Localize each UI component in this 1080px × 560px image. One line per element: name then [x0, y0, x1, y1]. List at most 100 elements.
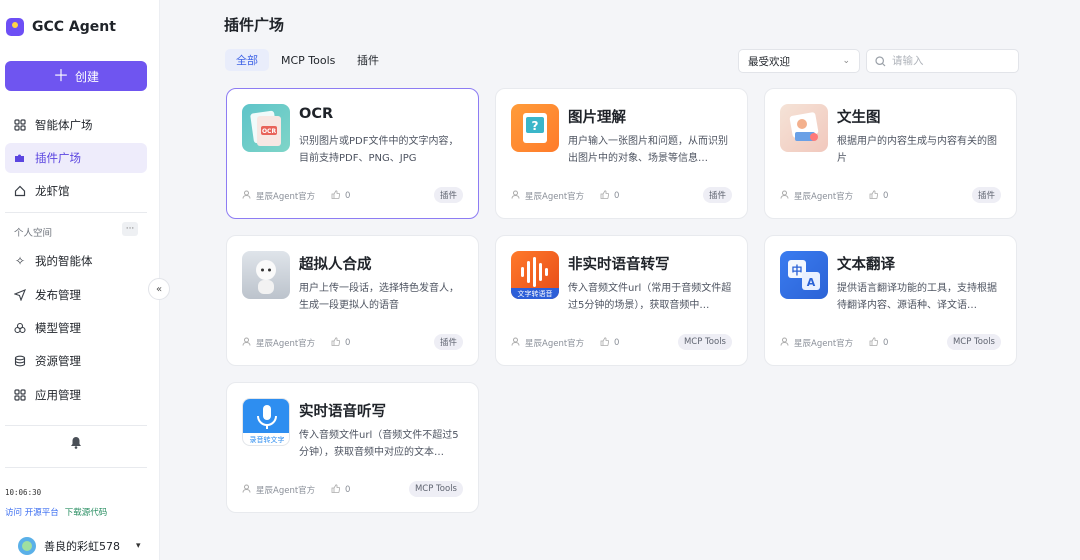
plugin-description: 用户上传一段话，选择特色发音人，生成一段更拟人的语音	[299, 283, 459, 311]
username: 善良的彩虹578	[44, 540, 120, 553]
chevron-left-icon: «	[155, 283, 163, 295]
sidebar-item-lobster[interactable]: 龙虾馆	[5, 176, 147, 206]
plugin-card-ocr[interactable]: OCR OCR 识别图片或PDF文件中的文字内容，目前支持PDF、PNG、JPG…	[226, 88, 479, 219]
robot-avatar-icon	[242, 251, 290, 299]
audio-waveform-icon: 文字转语音	[511, 251, 559, 299]
plugin-card-text-to-image[interactable]: 文生图 根据用户的内容生成与内容有关的图片 星辰Agent官方 0 插件	[764, 88, 1017, 219]
puzzle-icon	[13, 151, 27, 165]
sidebar-item-my-agents[interactable]: ✧ 我的智能体	[5, 246, 147, 276]
plugin-author: 星辰Agent官方	[780, 337, 853, 349]
thumbs-up-icon	[331, 484, 341, 496]
thumbs-up-icon	[869, 190, 879, 202]
chevron-down-icon[interactable]: ▾	[136, 541, 141, 551]
plugin-tag: 插件	[433, 187, 463, 203]
plugin-name: 文生图	[837, 110, 881, 126]
sort-select-value: 最受欢迎	[748, 55, 790, 68]
clock-time: 10:06:30	[5, 488, 42, 497]
thumbnail-caption: 录音转文字	[250, 435, 285, 444]
user-icon	[242, 484, 251, 496]
translate-target-glyph: A	[807, 276, 816, 289]
plugin-author: 星辰Agent官方	[242, 190, 315, 202]
sidebar-item-label: 智能体广场	[35, 118, 93, 132]
sidebar-item-label: 应用管理	[35, 388, 81, 402]
author-name: 星辰Agent官方	[256, 192, 316, 202]
text-to-image-thumbnail-icon	[780, 104, 828, 152]
plugin-card-text-translation[interactable]: 中A 文本翻译 提供语言翻译功能的工具，支持根据待翻译内容、源语种、译文语… 星…	[764, 235, 1017, 366]
download-source-link[interactable]: 下载源代码	[65, 506, 108, 518]
plugin-name: 图片理解	[568, 110, 626, 126]
thumbnail-caption: 文字转语音	[518, 289, 553, 298]
plugin-likes: 0	[869, 190, 888, 202]
plugin-tag: 插件	[433, 334, 463, 350]
plugin-description: 提供语言翻译功能的工具，支持根据待翻译内容、源语种、译文语…	[837, 283, 997, 311]
svg-text:?: ?	[532, 119, 539, 133]
sort-select[interactable]: 最受欢迎 ⌄	[738, 49, 860, 73]
open-platform-link[interactable]: 访问 开源平台	[5, 506, 59, 518]
plugin-likes: 0	[331, 337, 350, 349]
plugin-likes: 0	[331, 484, 350, 496]
plugin-description: 传入音频文件url（常用于音频文件超过5分钟的场景），获取音频中…	[568, 283, 732, 311]
plugin-description: 根据用户的内容生成与内容有关的图片	[837, 136, 997, 164]
app-name: GCC Agent	[32, 19, 116, 35]
sidebar-item-plugin-square[interactable]: 插件广场	[5, 143, 147, 173]
home-icon	[13, 184, 27, 198]
plugin-description: 传入音频文件url（音频文件不超过5分钟），获取音频中对应的文本…	[299, 430, 459, 458]
sidebar-item-publish[interactable]: 发布管理	[5, 280, 147, 310]
user-icon	[242, 190, 251, 202]
author-name: 星辰Agent官方	[525, 339, 585, 349]
tab-all[interactable]: 全部	[225, 49, 269, 71]
plugin-card-offline-transcription[interactable]: 文字转语音 非实时语音转写 传入音频文件url（常用于音频文件超过5分钟的场景）…	[495, 235, 748, 366]
user-profile[interactable]: 善良的彩虹578	[18, 537, 120, 555]
plugin-card-realtime-dictation[interactable]: 录音转文字 实时语音听写 传入音频文件url（音频文件不超过5分钟），获取音频中…	[226, 382, 479, 513]
translate-source-glyph: 中	[792, 263, 803, 277]
plugin-card-image-understanding[interactable]: ? 图片理解 用户输入一张图片和问题，从而识别出图片中的对象、场景等信息… 星辰…	[495, 88, 748, 219]
thumbs-up-icon	[600, 190, 610, 202]
plugin-card-hyper-realistic-tts[interactable]: 超拟人合成 用户上传一段话，选择特色发音人，生成一段更拟人的语音 星辰Agent…	[226, 235, 479, 366]
cube-icon	[13, 321, 27, 335]
plugin-tag: MCP Tools	[408, 481, 463, 497]
plugin-likes: 0	[869, 337, 888, 349]
sidebar-item-models[interactable]: 模型管理	[5, 313, 147, 343]
user-icon	[780, 337, 789, 349]
sidebar-item-label: 插件广场	[35, 151, 81, 165]
plugin-description: 识别图片或PDF文件中的文字内容，目前支持PDF、PNG、JPG	[299, 136, 459, 164]
app-logo-icon	[6, 18, 24, 36]
author-name: 星辰Agent官方	[794, 339, 854, 349]
plugin-likes: 0	[331, 190, 350, 202]
sidebar-item-resources[interactable]: 资源管理	[5, 346, 147, 376]
sidebar-item-apps[interactable]: 应用管理	[5, 380, 147, 410]
avatar	[18, 537, 36, 555]
search-box[interactable]	[866, 49, 1019, 73]
thumbs-up-icon	[869, 337, 879, 349]
sidebar: GCC Agent ＋ 创建 智能体广场 插件广场 龙虾馆 个人空间 ··· ✧…	[0, 0, 160, 560]
plugin-likes: 0	[600, 190, 619, 202]
sparkle-icon: ✧	[14, 254, 26, 268]
create-button[interactable]: ＋ 创建	[5, 61, 147, 91]
plugin-author: 星辰Agent官方	[242, 484, 315, 496]
thumbs-up-icon	[331, 337, 341, 349]
plugin-author: 星辰Agent官方	[780, 190, 853, 202]
footer-links: 访问 开源平台 下载源代码	[5, 506, 107, 518]
tab-plugins[interactable]: 插件	[346, 49, 390, 71]
sidebar-item-label: 资源管理	[35, 354, 81, 368]
tab-mcp-tools[interactable]: MCP Tools	[270, 49, 346, 71]
plugin-name: 实时语音听写	[299, 404, 386, 420]
sidebar-item-agent-square[interactable]: 智能体广场	[5, 110, 147, 140]
brand[interactable]: GCC Agent	[6, 18, 116, 36]
sidebar-divider	[5, 212, 147, 213]
bell-icon[interactable]	[68, 434, 84, 450]
sidebar-item-label: 我的智能体	[35, 254, 93, 268]
collapse-sidebar-button[interactable]: «	[148, 278, 170, 300]
plugin-name: 超拟人合成	[299, 257, 372, 273]
create-button-label: 创建	[75, 69, 100, 84]
user-icon	[242, 337, 251, 349]
like-count: 0	[883, 191, 889, 201]
more-icon[interactable]: ···	[122, 222, 138, 236]
sidebar-item-label: 模型管理	[35, 321, 81, 335]
like-count: 0	[614, 191, 620, 201]
plugin-author: 星辰Agent官方	[511, 337, 584, 349]
search-input[interactable]	[892, 55, 1012, 67]
plugin-name: 文本翻译	[837, 257, 895, 273]
search-icon	[875, 52, 886, 71]
microphone-icon: 录音转文字	[242, 398, 290, 446]
